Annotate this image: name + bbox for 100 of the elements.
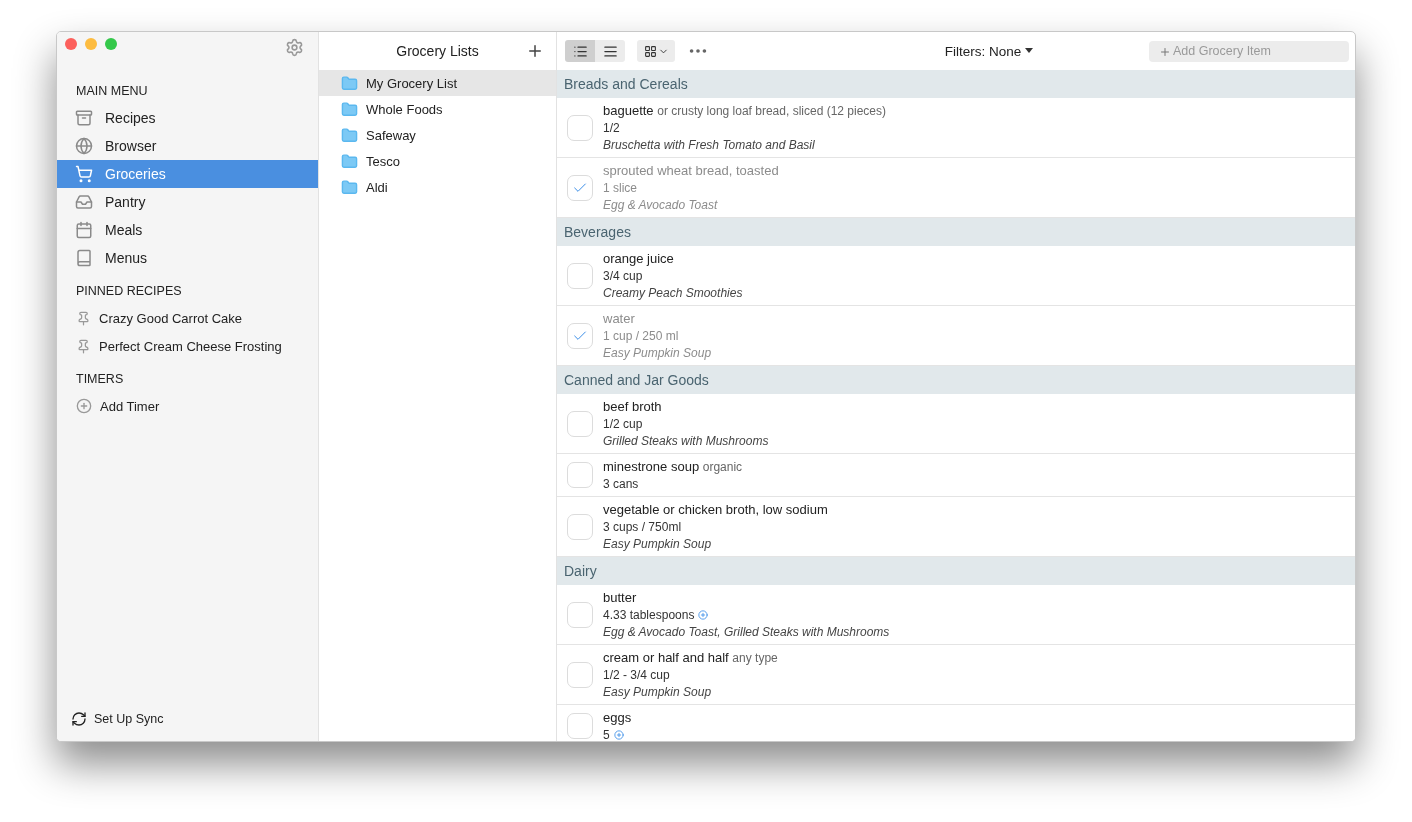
combined-amount-icon[interactable] [698, 610, 709, 620]
section-heading: TIMERS [75, 371, 125, 388]
sidebar-item[interactable]: Recipes [57, 104, 318, 132]
item-name: butter [603, 590, 638, 605]
sidebar-item[interactable]: Menus [57, 244, 318, 272]
item-name: orange juice [603, 251, 675, 266]
checkbox[interactable] [567, 713, 593, 739]
grocery-list-item[interactable]: Whole Foods [319, 96, 556, 122]
checkbox[interactable] [567, 513, 593, 540]
category-header: Canned and Jar Goods [557, 366, 1355, 394]
combined-amount-icon[interactable] [613, 730, 624, 740]
sidebar-item-label: Meals [105, 222, 143, 238]
section-heading: MAIN MENU [75, 83, 149, 100]
grid-icon [643, 44, 657, 58]
item-name: sprouted wheat bread, toasted [603, 163, 779, 178]
recipe-name: Egg & Avocado Toast, Grilled Steaks with Mushrooms [603, 625, 890, 639]
zoom-button[interactable] [105, 38, 117, 50]
folder-icon [341, 100, 358, 118]
minimize-button[interactable] [85, 38, 97, 50]
grocery-item-row[interactable]: butter 4.33 tablespoons Egg & Avocado Toast, Grilled Steaks with Mushrooms [557, 585, 1355, 645]
grocery-item-row[interactable]: water 1 cup / 250 ml Easy Pumpkin Soup [557, 306, 1355, 366]
checkbox[interactable] [567, 462, 593, 488]
item-amount: 1/2 - 3/4 cup [603, 668, 670, 682]
grocery-item-row[interactable]: baguette or crusty long loaf bread, sliced (12 pieces) 1/2 Bruschetta with Fresh Tomato and Basil [557, 98, 1355, 158]
sidebar-item-label: Add Timer [100, 398, 160, 414]
grocery-list-item[interactable]: Aldi [319, 174, 556, 200]
plus-icon [1159, 45, 1171, 58]
close-button[interactable] [65, 38, 77, 50]
grocery-list-item[interactable]: My Grocery List [319, 70, 556, 96]
grocery-list-item[interactable]: Tesco [319, 148, 556, 174]
checkbox[interactable] [567, 410, 593, 437]
globe-icon [75, 137, 93, 155]
sync-link[interactable]: Set Up Sync [94, 712, 164, 726]
list-name: Safeway [366, 127, 416, 143]
grocery-item-row[interactable]: eggs 5 [557, 705, 1355, 741]
list-name: Aldi [366, 179, 388, 195]
grocery-item-row[interactable]: cream or half and half any type 1/2 - 3/4 cup Easy Pumpkin Soup [557, 645, 1355, 705]
item-name: vegetable or chicken broth, low sodium [603, 502, 828, 517]
item-amount: 1 cup / 250 ml [603, 329, 679, 343]
item-name: baguette or crusty long loaf bread, sliced (12 pieces) [603, 103, 886, 118]
calendar-icon [75, 221, 93, 239]
grocery-item-row[interactable]: beef broth 1/2 cup Grilled Steaks with Mushrooms [557, 394, 1355, 454]
checkbox[interactable] [567, 661, 593, 688]
folder-icon [341, 74, 358, 92]
sidebar-item-label: Crazy Good Carrot Cake [99, 310, 243, 326]
grocery-item-row[interactable]: minestrone soup organic 3 cans [557, 454, 1355, 497]
recipe-name: Grilled Steaks with Mushrooms [603, 434, 769, 448]
sidebar-item[interactable]: Add Timer [57, 392, 318, 420]
sidebar-item[interactable]: Browser [57, 132, 318, 160]
checkbox[interactable] [567, 322, 593, 349]
caret-icon [1025, 48, 1034, 54]
grocery-item-row[interactable]: orange juice 3/4 cup Creamy Peach Smoothies [557, 246, 1355, 306]
recipe-name: Easy Pumpkin Soup [603, 537, 713, 551]
sidebar-item-label: Pantry [105, 194, 146, 210]
sidebar-item-label: Browser [105, 138, 157, 154]
sidebar-item-label: Menus [105, 250, 148, 266]
recipe-name: Easy Pumpkin Soup [603, 346, 712, 360]
checkbox[interactable] [567, 174, 593, 201]
recipe-name: Egg & Avocado Toast [603, 198, 719, 212]
sidebar-item-label: Groceries [105, 166, 166, 182]
add-item-field[interactable]: Add Grocery Item [1149, 40, 1349, 62]
item-amount: 3 cans [603, 477, 639, 491]
grocery-list-item[interactable]: Safeway [319, 122, 556, 148]
folder-icon [341, 152, 358, 170]
grid-menu-button[interactable] [637, 40, 675, 62]
sidebar-item[interactable]: Pantry [57, 188, 318, 216]
pin-icon [76, 338, 91, 354]
tray-icon [75, 193, 93, 211]
detail-view-button[interactable] [565, 40, 595, 62]
checkbox[interactable] [567, 601, 593, 628]
settings-icon[interactable] [285, 38, 304, 57]
list-name: My Grocery List [366, 75, 457, 91]
item-amount: 4.33 tablespoons [603, 608, 695, 622]
pane-title: Grocery Lists [396, 43, 479, 59]
category-header: Beverages [557, 218, 1355, 246]
item-name: beef broth [603, 399, 663, 414]
folder-icon [341, 126, 358, 144]
checkbox[interactable] [567, 262, 593, 289]
sidebar-item-label: Recipes [105, 110, 156, 126]
item-amount: 1/2 [603, 121, 620, 135]
section-heading: PINNED RECIPES [75, 283, 183, 300]
sidebar-item[interactable]: Meals [57, 216, 318, 244]
item-name: eggs [603, 710, 632, 725]
category-header: Dairy [557, 557, 1355, 585]
book-icon [75, 249, 93, 267]
grocery-item-row[interactable]: sprouted wheat bread, toasted 1 slice Egg & Avocado Toast [557, 158, 1355, 218]
item-amount: 3 cups / 750ml [603, 520, 682, 534]
filters-dropdown[interactable]: Filters: None [944, 43, 1034, 59]
checkbox[interactable] [567, 114, 593, 141]
compact-view-button[interactable] [595, 40, 625, 62]
grocery-item-row[interactable]: vegetable or chicken broth, low sodium 3 cups / 750ml Easy Pumpkin Soup [557, 497, 1355, 557]
sidebar-item[interactable]: Perfect Cream Cheese Frosting [57, 332, 318, 360]
recipe-name: Easy Pumpkin Soup [603, 685, 713, 699]
add-list-button[interactable] [526, 42, 544, 60]
sidebar-item[interactable]: Crazy Good Carrot Cake [57, 304, 318, 332]
item-amount: 3/4 cup [603, 269, 643, 283]
item-amount: 1 slice [603, 181, 637, 195]
item-name: water [603, 311, 636, 326]
recipe-name: Creamy Peach Smoothies [603, 286, 743, 300]
sync-icon[interactable] [71, 711, 87, 727]
